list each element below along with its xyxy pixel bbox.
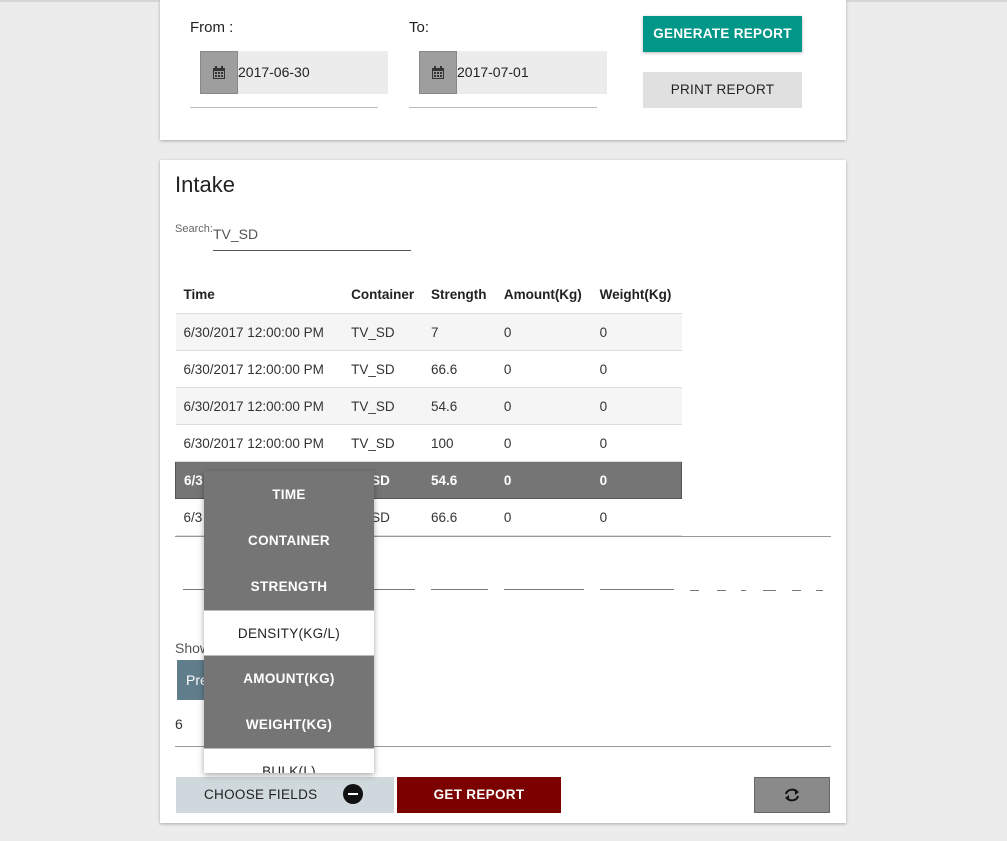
table-row[interactable]: 6/30/2017 12:00:00 PM TV_SD 7 0 0 xyxy=(175,313,682,351)
cell-weight: 0 xyxy=(591,350,682,388)
from-label: From : xyxy=(190,19,234,36)
column-filter-dash xyxy=(792,590,801,591)
column-filter-dash xyxy=(763,590,776,591)
cell-container: TV_SD xyxy=(343,313,423,351)
table-row[interactable]: 6/30/2017 12:00:00 PM TV_SD 54.6 0 0 xyxy=(175,387,682,425)
search-input[interactable] xyxy=(213,218,411,251)
cell-weight: 0 xyxy=(591,387,682,425)
minus-circle-icon xyxy=(343,784,363,804)
field-option-time[interactable]: TIME xyxy=(204,471,374,518)
column-filter-dash xyxy=(816,590,823,591)
cell-strength: 54.6 xyxy=(423,387,496,425)
column-filter-dash xyxy=(690,590,699,591)
print-report-button[interactable]: PRINT REPORT xyxy=(643,72,802,108)
page-title: Intake xyxy=(175,172,235,197)
column-filter-amount[interactable] xyxy=(504,589,584,590)
choose-fields-label: CHOOSE FIELDS xyxy=(204,787,318,802)
column-header-strength[interactable]: Strength xyxy=(423,275,496,314)
column-header-container[interactable]: Container xyxy=(343,275,423,314)
get-report-button[interactable]: GET REPORT xyxy=(397,777,561,813)
field-option-density[interactable]: DENSITY(KG/L) xyxy=(204,610,374,656)
column-header-time[interactable]: Time xyxy=(175,275,344,314)
table-row[interactable]: 6/30/2017 12:00:00 PM TV_SD 100 0 0 xyxy=(175,424,682,462)
to-date-field[interactable]: 2017-07-01 xyxy=(419,51,607,94)
column-header-amount[interactable]: Amount(Kg) xyxy=(495,275,592,314)
cell-amount: 0 xyxy=(495,498,592,536)
table-header-row: Time Container Strength Amount(Kg) Weigh… xyxy=(175,275,682,314)
cell-container: TV_SD xyxy=(343,424,423,462)
cell-strength: 54.6 xyxy=(423,461,496,499)
cell-amount: 0 xyxy=(495,350,592,388)
cell-time: 6/30/2017 12:00:00 PM xyxy=(175,313,344,351)
cell-strength: 66.6 xyxy=(423,498,496,536)
cell-time: 6/30/2017 12:00:00 PM xyxy=(175,350,344,388)
from-date-field[interactable]: 2017-06-30 xyxy=(200,51,388,94)
cell-amount: 0 xyxy=(495,387,592,425)
column-filter-dash xyxy=(717,590,726,591)
field-option-amount[interactable]: AMOUNT(KG) xyxy=(204,656,374,702)
field-option-bulk[interactable]: BULK(L) xyxy=(204,748,374,773)
column-filter-strength[interactable] xyxy=(431,589,488,590)
cell-weight: 0 xyxy=(591,424,682,462)
cell-weight: 0 xyxy=(591,313,682,351)
choose-fields-menu: TIME CONTAINER STRENGTH DENSITY(KG/L) AM… xyxy=(204,471,374,773)
from-date-picker: 2017-06-30 xyxy=(190,51,388,108)
choose-fields-button[interactable]: CHOOSE FIELDS xyxy=(176,777,394,813)
cell-amount: 0 xyxy=(495,461,592,499)
date-filter-card: From : 2017-06-30 To: 2017-07-01 GENERAT… xyxy=(160,0,846,140)
cell-strength: 66.6 xyxy=(423,350,496,388)
cell-weight: 0 xyxy=(591,461,682,499)
column-filter-dash xyxy=(741,590,746,591)
cell-time: 6/30/2017 12:00:00 PM xyxy=(175,424,344,462)
search-label: Search: xyxy=(175,223,213,235)
field-option-weight[interactable]: WEIGHT(KG) xyxy=(204,702,374,748)
to-label: To: xyxy=(409,19,430,36)
column-header-weight[interactable]: Weight(Kg) xyxy=(591,275,682,314)
page-number: 6 xyxy=(175,716,183,732)
cell-weight: 0 xyxy=(591,498,682,536)
to-date-picker: 2017-07-01 xyxy=(409,51,607,108)
to-date-value[interactable]: 2017-07-01 xyxy=(457,51,529,94)
field-option-strength[interactable]: STRENGTH xyxy=(204,564,374,610)
from-date-value[interactable]: 2017-06-30 xyxy=(238,51,310,94)
generate-report-button[interactable]: GENERATE REPORT xyxy=(643,16,802,52)
refresh-icon xyxy=(785,788,799,802)
field-option-container[interactable]: CONTAINER xyxy=(204,518,374,564)
cell-strength: 100 xyxy=(423,424,496,462)
calendar-icon[interactable] xyxy=(200,51,238,94)
cell-time: 6/30/2017 12:00:00 PM xyxy=(175,387,344,425)
cell-strength: 7 xyxy=(423,313,496,351)
column-filter-weight[interactable] xyxy=(600,589,674,590)
cell-container: TV_SD xyxy=(343,387,423,425)
cell-amount: 0 xyxy=(495,424,592,462)
calendar-icon[interactable] xyxy=(419,51,457,94)
refresh-button[interactable] xyxy=(754,777,830,813)
cell-container: TV_SD xyxy=(343,350,423,388)
cell-amount: 0 xyxy=(495,313,592,351)
table-row[interactable]: 6/30/2017 12:00:00 PM TV_SD 66.6 0 0 xyxy=(175,350,682,388)
